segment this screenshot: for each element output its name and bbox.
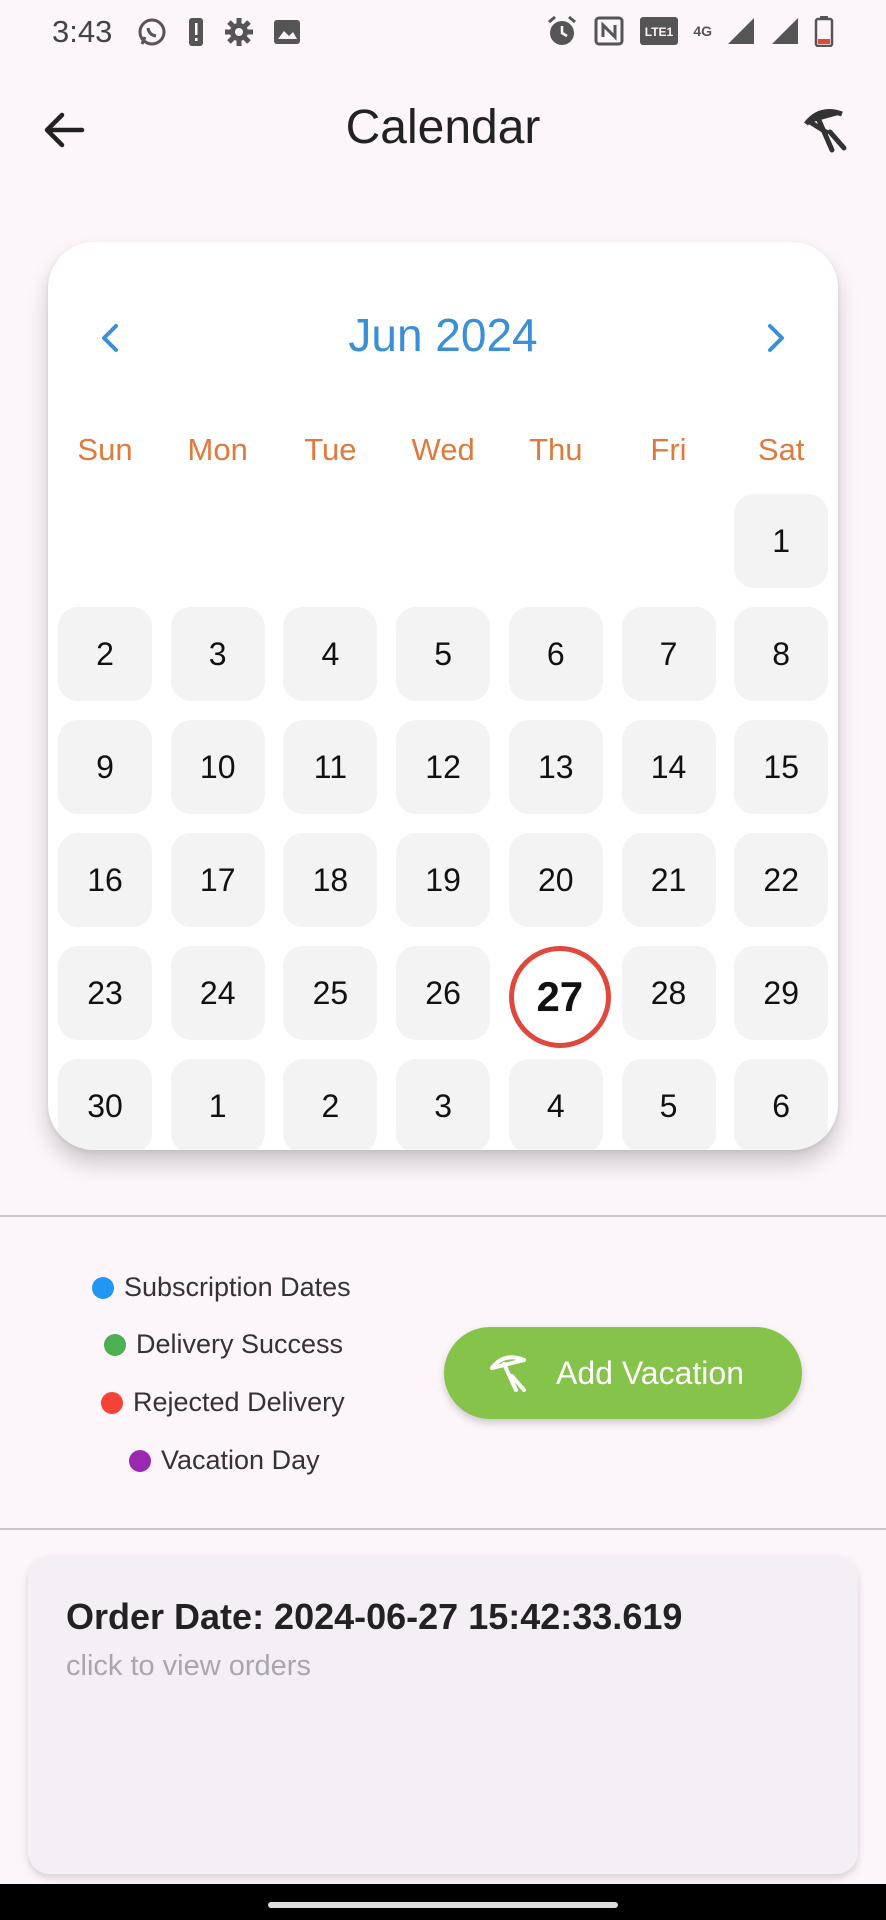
signal-icon-2	[772, 18, 798, 44]
divider	[0, 1528, 886, 1530]
network-type-4g: 4G	[693, 23, 712, 39]
calendar-day[interactable]: 6	[734, 1059, 829, 1150]
whatsapp-icon	[138, 18, 166, 46]
calendar-day[interactable]: 26	[396, 946, 491, 1040]
calendar-day[interactable]: 8	[734, 607, 829, 701]
legend-subscription-dates: Subscription Dates	[92, 1272, 351, 1303]
calendar-day[interactable]: 20	[508, 833, 603, 927]
calendar-day[interactable]: 5	[396, 607, 491, 701]
image-icon	[274, 20, 300, 44]
chevron-right-icon[interactable]	[752, 314, 800, 362]
calendar-day[interactable]: 2	[283, 1059, 378, 1150]
calendar-day[interactable]: 13	[508, 720, 603, 814]
status-icons-right: LTE1 4G	[545, 14, 834, 48]
calendar-month-label: Jun 2024	[348, 309, 538, 361]
legend-rejected-delivery: Rejected Delivery	[101, 1387, 345, 1418]
calendar-day-today[interactable]: 27	[508, 946, 611, 1048]
calendar-day[interactable]: 5	[621, 1059, 716, 1150]
alert-icon	[189, 18, 203, 46]
battery-icon	[814, 16, 834, 47]
weekday-sun: Sun	[77, 432, 133, 467]
calendar-day[interactable]: 9	[58, 720, 152, 814]
nfc-icon	[594, 16, 624, 46]
calendar-day[interactable]: 16	[58, 833, 152, 927]
legend-dot	[101, 1391, 123, 1414]
calendar-day[interactable]: 14	[621, 720, 716, 814]
order-card-hint: click to view orders	[66, 1650, 311, 1682]
weekday-fri: Fri	[650, 432, 687, 467]
weekday-thu: Thu	[529, 432, 583, 467]
volte-icon: LTE1	[640, 17, 679, 45]
home-gesture-handle[interactable]	[268, 1902, 618, 1908]
beach-umbrella-icon	[490, 1355, 526, 1392]
calendar-day[interactable]: 3	[396, 1059, 491, 1150]
weekday-wed: Wed	[411, 432, 475, 467]
calendar-day[interactable]: 10	[170, 720, 265, 814]
add-vacation-button[interactable]: Add Vacation	[444, 1327, 802, 1419]
status-time: 3:43	[52, 14, 113, 49]
calendar-day[interactable]: 25	[283, 946, 378, 1040]
calendar-day[interactable]: 17	[170, 833, 265, 927]
calendar-day[interactable]: 19	[396, 833, 491, 927]
calendar-day[interactable]: 2	[58, 607, 152, 701]
page-title: Calendar	[345, 101, 541, 154]
calendar-day[interactable]: 15	[734, 720, 829, 814]
calendar-day[interactable]: 30	[58, 1059, 152, 1150]
svg-text:LTE1: LTE1	[645, 25, 674, 39]
calendar-day[interactable]: 6	[508, 607, 603, 701]
system-nav-bar	[0, 1884, 886, 1920]
calendar-day[interactable]: 21	[621, 833, 716, 927]
calendar-day[interactable]: 1	[734, 494, 829, 588]
calendar-day[interactable]: 23	[58, 946, 152, 1040]
app-bar: Calendar	[0, 80, 886, 180]
legend-dot	[129, 1449, 151, 1472]
weekday-sat: Sat	[757, 432, 805, 467]
alarm-icon	[548, 15, 577, 45]
status-bar: 3:43 LTE1 4G	[0, 0, 886, 66]
calendar-day[interactable]: 7	[621, 607, 716, 701]
divider	[0, 1215, 886, 1217]
calendar-card: Jun 2024 Sun Mon Tue Wed Thu Fri Sat 123456789…	[48, 242, 838, 1150]
signal-icon	[728, 18, 754, 44]
legend-dot	[104, 1333, 126, 1356]
settings-icon	[225, 18, 253, 46]
calendar-day[interactable]: 4	[283, 607, 378, 701]
calendar-day[interactable]: 22	[734, 833, 829, 927]
legend-delivery-success: Delivery Success	[104, 1329, 343, 1360]
calendar-day[interactable]: 1	[170, 1059, 265, 1150]
calendar-day[interactable]: 3	[170, 607, 265, 701]
calendar-day[interactable]: 11	[283, 720, 378, 814]
legend-label: Rejected Delivery	[133, 1387, 345, 1417]
status-icons-left	[136, 16, 302, 48]
add-vacation-label: Add Vacation	[556, 1354, 744, 1391]
legend-label: Subscription Dates	[124, 1272, 351, 1302]
calendar-day[interactable]: 29	[734, 946, 829, 1040]
order-card[interactable]: Order Date: 2024-06-27 15:42:33.619 clic…	[28, 1556, 858, 1874]
weekday-mon: Mon	[187, 432, 248, 467]
beach-umbrella-icon[interactable]	[796, 100, 856, 160]
legend-vacation-day: Vacation Day	[129, 1445, 320, 1476]
calendar-day[interactable]: 4	[508, 1059, 603, 1150]
order-date-title: Order Date: 2024-06-27 15:42:33.619	[66, 1596, 683, 1637]
calendar-day[interactable]: 12	[396, 720, 491, 814]
calendar-day[interactable]: 28	[621, 946, 716, 1040]
legend-label: Delivery Success	[136, 1329, 344, 1359]
legend-dot	[92, 1276, 114, 1299]
legend-label: Vacation Day	[161, 1445, 320, 1475]
calendar-day[interactable]: 18	[283, 833, 378, 927]
calendar-day[interactable]: 24	[170, 946, 265, 1040]
weekday-tue: Tue	[304, 432, 357, 467]
